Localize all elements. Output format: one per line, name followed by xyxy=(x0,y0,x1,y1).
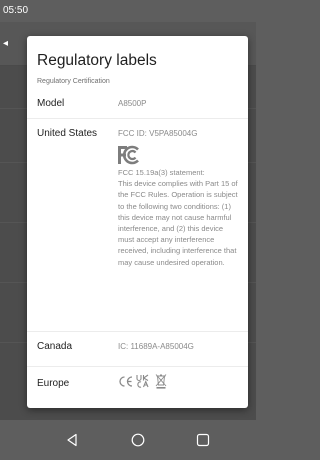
row-label-united-states: United States xyxy=(37,128,98,139)
fcc-logo-icon xyxy=(118,145,139,165)
dialog-subtitle: Regulatory Certification xyxy=(37,78,110,85)
europe-certification-marks xyxy=(118,372,167,390)
nav-back-button[interactable] xyxy=(62,430,82,450)
ukca-mark-icon xyxy=(136,374,149,388)
status-time: 05:50 xyxy=(3,5,29,16)
row-value-fcc-id: FCC ID: V5PA85004G xyxy=(118,129,198,138)
home-circle-icon xyxy=(131,433,145,447)
row-divider xyxy=(27,118,248,119)
row-divider xyxy=(27,366,248,367)
row-value-model: A8500P xyxy=(118,99,147,108)
fcc-statement-body: This device complies with Part 15 of the… xyxy=(118,179,238,267)
fcc-statement: FCC 15.19a(3) statement: This device com… xyxy=(118,167,240,268)
back-triangle-icon xyxy=(67,433,77,447)
row-divider xyxy=(27,331,248,332)
ce-mark-icon xyxy=(119,375,133,387)
regulatory-labels-dialog: Regulatory labels Regulatory Certificati… xyxy=(27,36,248,408)
row-label-model: Model xyxy=(37,98,65,109)
row-label-canada: Canada xyxy=(37,341,73,352)
recents-square-icon xyxy=(196,433,210,447)
navigation-bar xyxy=(0,420,256,460)
fcc-statement-heading: FCC 15.19a(3) statement: xyxy=(118,168,205,177)
row-label-europe: Europe xyxy=(37,378,70,389)
weee-bin-icon xyxy=(155,373,167,389)
status-bar: 05:50 xyxy=(0,0,256,22)
row-value-ic: IC: 11689A-A85004G xyxy=(118,342,194,351)
nav-home-button[interactable] xyxy=(128,430,148,450)
background-back-icon: ◂ xyxy=(3,38,9,49)
nav-recents-button[interactable] xyxy=(193,430,213,450)
dialog-title: Regulatory labels xyxy=(37,52,157,69)
